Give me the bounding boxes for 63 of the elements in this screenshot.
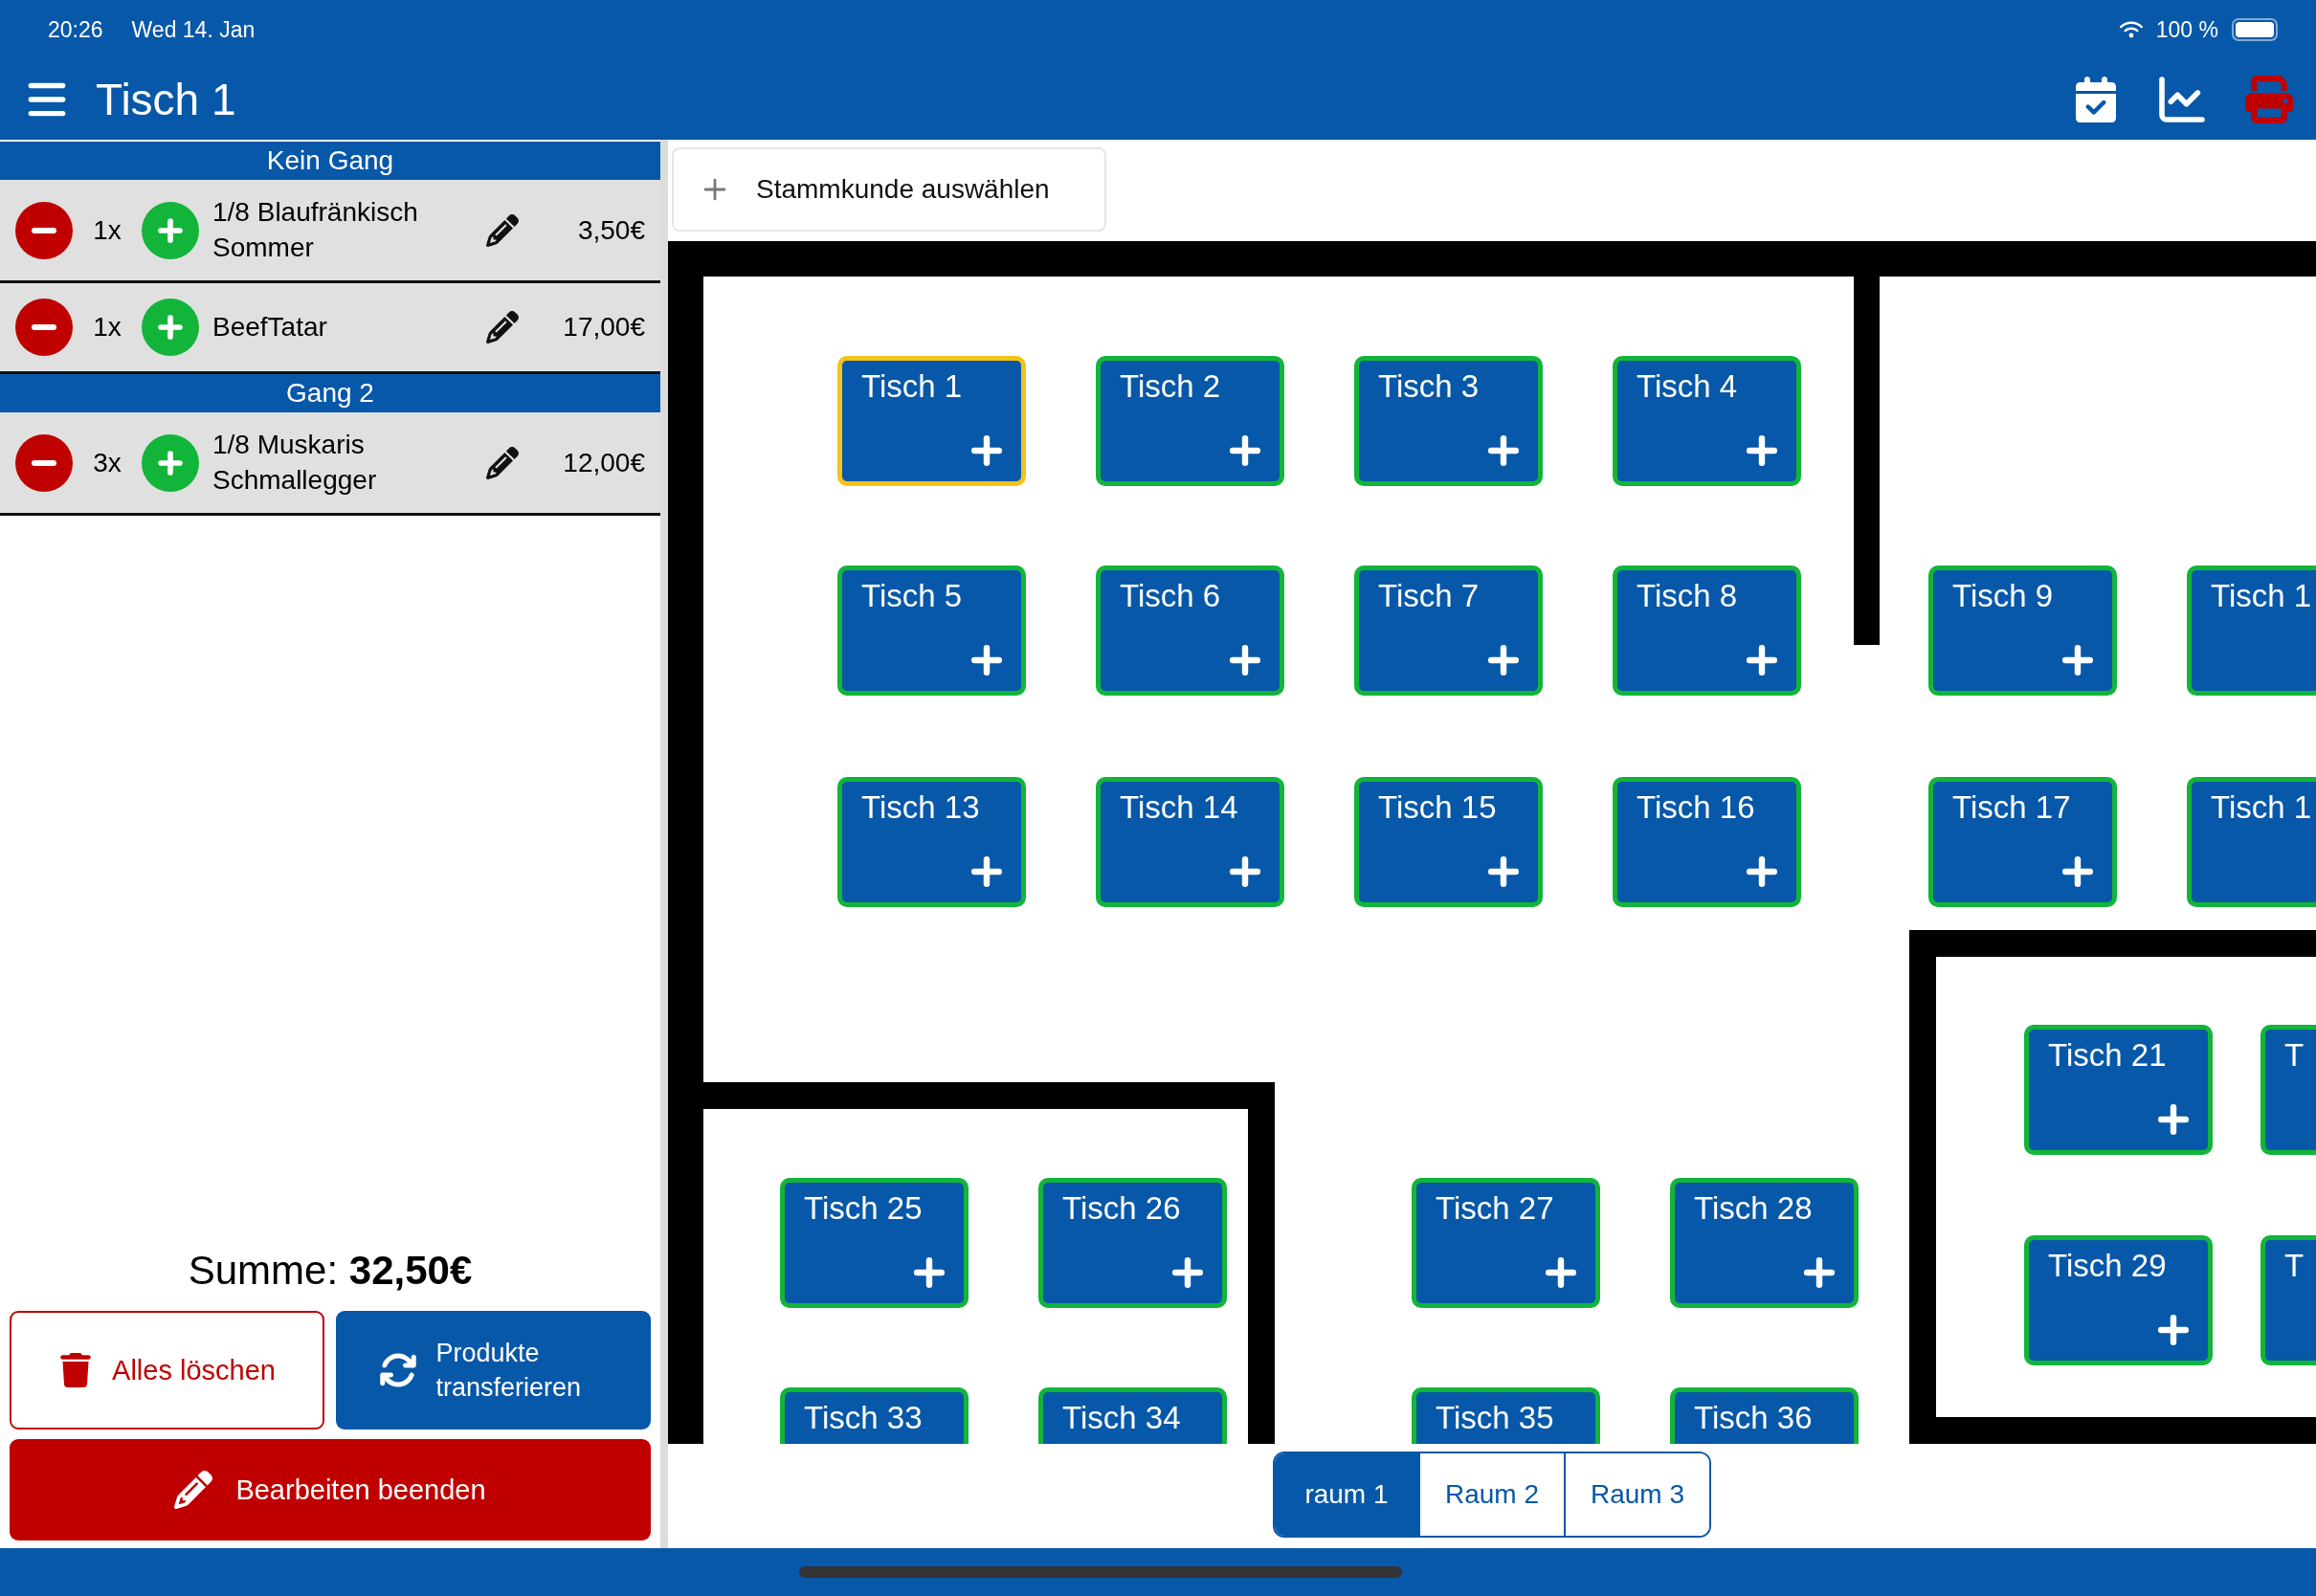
quantity: 1x	[92, 312, 122, 343]
finish-editing-button[interactable]: Bearbeiten beenden	[10, 1439, 651, 1541]
table-card[interactable]: Tisch 1	[837, 356, 1026, 486]
table-card[interactable]: Tisch 5	[837, 565, 1026, 696]
table-card[interactable]: Tisch 9	[1928, 565, 2117, 696]
table-card[interactable]: T	[2260, 1235, 2316, 1365]
clear-all-button[interactable]: Alles löschen	[10, 1311, 324, 1430]
table-card[interactable]: Tisch 17	[1928, 777, 2117, 907]
table-card[interactable]: Tisch 2	[1096, 356, 1284, 486]
table-card[interactable]: Tisch 26	[1038, 1178, 1227, 1308]
table-card[interactable]: Tisch 14	[1096, 777, 1284, 907]
product-price: 17,00€	[562, 312, 645, 343]
table-card[interactable]: Tisch 25	[780, 1178, 969, 1308]
battery-icon	[2232, 18, 2278, 41]
room-tab[interactable]: raum 1	[1274, 1453, 1418, 1536]
table-card[interactable]: Tisch 28	[1670, 1178, 1859, 1308]
table-card[interactable]: Tisch 34	[1038, 1387, 1227, 1444]
transfer-products-button[interactable]: Produkte transferieren	[336, 1311, 651, 1430]
table-card[interactable]: Tisch 27	[1412, 1178, 1600, 1308]
increase-button[interactable]	[142, 299, 199, 356]
minus-icon	[32, 324, 56, 330]
table-card[interactable]: Tisch 33	[780, 1387, 969, 1444]
product-name: 1/8 Blaufränkisch Sommer	[212, 196, 419, 264]
edit-pencil-icon[interactable]	[486, 311, 519, 344]
table-card[interactable]: Tisch 21	[2024, 1025, 2213, 1155]
decrease-button[interactable]	[15, 299, 73, 356]
table-card[interactable]: Tisch 1	[2187, 565, 2316, 696]
product-price: 3,50€	[576, 214, 645, 246]
table-card[interactable]: Tisch 16	[1613, 777, 1801, 907]
product-name: BeefTatar	[212, 310, 328, 344]
quantity: 1x	[92, 214, 122, 246]
course-header: Kein Gang	[0, 142, 660, 180]
status-time: 20:26	[48, 16, 103, 43]
edit-pencil-icon[interactable]	[486, 446, 519, 479]
table-card[interactable]: Tisch 4	[1613, 356, 1801, 486]
pencil-icon	[174, 1471, 213, 1509]
status-date: Wed 14. Jan	[131, 16, 256, 43]
order-total: Summe: 32,50€	[187, 1248, 474, 1294]
minus-icon	[32, 227, 56, 233]
table-card[interactable]: Tisch 1	[2187, 777, 2316, 907]
table-card[interactable]: Tisch 36	[1670, 1387, 1859, 1444]
page-title: Tisch 1	[96, 74, 237, 125]
minus-icon	[32, 459, 56, 466]
calendar-check-icon[interactable]	[2073, 77, 2119, 122]
course-header: Gang 2	[0, 374, 660, 412]
select-customer-button[interactable]: Stammkunde auswählen	[672, 147, 1106, 232]
product-price: 12,00€	[562, 447, 645, 478]
trash-icon	[58, 1353, 94, 1387]
table-card[interactable]: Tisch 3	[1354, 356, 1543, 486]
table-card[interactable]: Tisch 15	[1354, 777, 1543, 907]
table-card[interactable]: Tisch 8	[1613, 565, 1801, 696]
table-card[interactable]: Tisch 7	[1354, 565, 1543, 696]
table-card[interactable]: Tisch 29	[2024, 1235, 2213, 1365]
quantity: 3x	[92, 447, 122, 478]
table-card[interactable]: Tisch 35	[1412, 1387, 1600, 1444]
sync-icon	[378, 1351, 417, 1389]
battery-percent: 100 %	[2155, 16, 2218, 43]
room-tab[interactable]: Raum 3	[1564, 1453, 1710, 1536]
table-card[interactable]: T	[2260, 1025, 2316, 1155]
table-card[interactable]: Tisch 13	[837, 777, 1026, 907]
product-name: 1/8 Muskaris Schmallegger	[212, 429, 378, 497]
edit-pencil-icon[interactable]	[486, 213, 519, 247]
table-card[interactable]: Tisch 6	[1096, 565, 1284, 696]
